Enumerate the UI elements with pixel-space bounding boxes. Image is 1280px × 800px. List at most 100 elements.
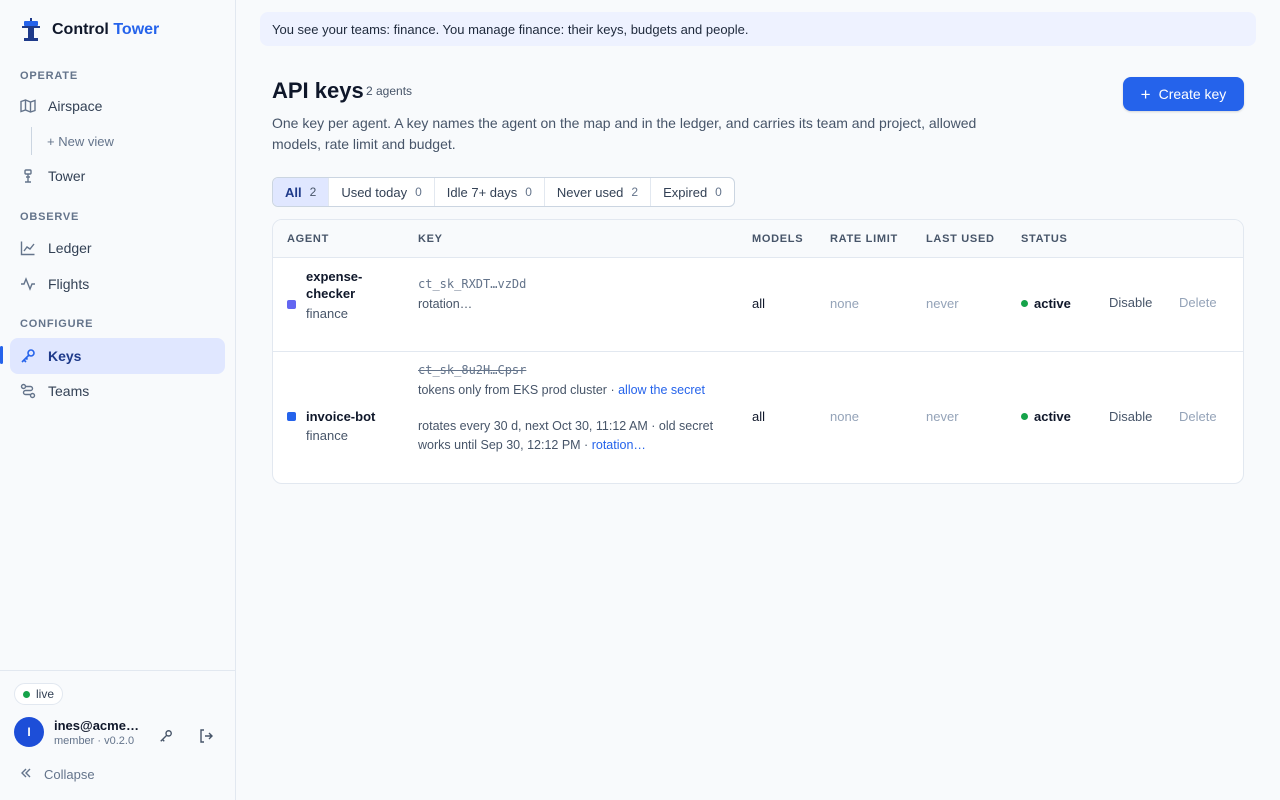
- column-header-status[interactable]: STATUS: [1021, 233, 1068, 245]
- sidebar-item-label: Ledger: [48, 240, 92, 256]
- table-header: AGENT KEY MODELS RATE LIMIT LAST USED ST…: [273, 220, 1243, 258]
- filter-tab-idle[interactable]: Idle 7+ days 0: [435, 178, 545, 206]
- sidebar-item-label: Airspace: [48, 98, 103, 114]
- user-meta: member · v0.2.0: [54, 734, 135, 747]
- section-observe: OBSERVE: [20, 211, 80, 223]
- keys-table: AGENT KEY MODELS RATE LIMIT LAST USED ST…: [272, 219, 1244, 484]
- rotation-note-line: rotates every 30 d, next Oct 30, 11:12 A…: [418, 419, 714, 433]
- control-tower-logo-icon: [20, 18, 42, 42]
- status-label: active: [1034, 296, 1071, 311]
- create-key-label: Create key: [1158, 86, 1227, 102]
- scope-banner: You see your teams: finance. You manage …: [260, 12, 1256, 46]
- sidebar-item-ledger[interactable]: Ledger: [10, 230, 225, 266]
- filter-tab-all[interactable]: All 2: [273, 178, 330, 206]
- sidebar-footer: live I ines@acme.com member · v0.2.0 Col…: [0, 670, 235, 800]
- logout-icon[interactable]: [198, 728, 214, 744]
- key-icon[interactable]: [158, 728, 174, 744]
- agent-name-line: expense-: [306, 269, 363, 284]
- sidebar-item-label: Teams: [48, 383, 90, 399]
- rotation-link[interactable]: rotation…: [592, 438, 646, 452]
- status-badge: active: [1021, 409, 1071, 424]
- brand[interactable]: Control Tower: [20, 18, 159, 42]
- models-value: all: [752, 409, 766, 424]
- rotation-note-line: works until Sep 30, 12:12 PM ·: [418, 438, 592, 452]
- filter-tabs: All 2 Used today 0 Idle 7+ days 0 Never …: [272, 177, 735, 207]
- filter-count: 2: [309, 185, 317, 199]
- sidebar-item-airspace[interactable]: Airspace: [10, 88, 225, 124]
- key-icon: [20, 348, 36, 364]
- new-view-link[interactable]: + New view: [31, 127, 114, 155]
- sidebar-item-teams[interactable]: Teams: [10, 373, 225, 409]
- live-label: live: [36, 687, 55, 701]
- last-used-value: never: [926, 409, 959, 424]
- filter-count: 2: [631, 185, 639, 199]
- table-row[interactable]: invoice-bot finance ct_sk_8u2H…Cpsr toke…: [273, 352, 1243, 483]
- rotation-link[interactable]: rotation…: [418, 295, 472, 314]
- models-value: all: [752, 296, 766, 311]
- filter-label: Never used: [556, 184, 624, 200]
- live-status-badge: live: [14, 683, 64, 705]
- column-header-models[interactable]: MODELS: [752, 233, 803, 245]
- map-icon: [20, 98, 36, 114]
- sidebar-item-tower[interactable]: Tower: [10, 158, 225, 194]
- create-key-button[interactable]: + Create key: [1123, 77, 1244, 111]
- collapse-button[interactable]: Collapse: [20, 767, 95, 782]
- filter-label: Used today: [341, 184, 408, 200]
- chart-line-icon: [20, 240, 36, 256]
- filter-label: Expired: [663, 184, 708, 200]
- sidebar: Control Tower OPERATE Airspace + New vie…: [0, 0, 236, 800]
- agent-team: finance: [306, 428, 348, 443]
- teams-icon: [20, 383, 36, 399]
- user-email: ines@acme.com: [54, 717, 142, 733]
- user-profile[interactable]: I ines@acme.com member · v0.2.0: [14, 717, 142, 747]
- key-prefix: ct_sk_RXDT…vzDd: [418, 277, 527, 291]
- agent-name-line: checker: [306, 286, 356, 301]
- column-header-rate-limit[interactable]: RATE LIMIT: [830, 233, 898, 245]
- page-description: One key per agent. A key names the agent…: [272, 115, 977, 152]
- agent-color-dot: [287, 412, 296, 421]
- status-badge: active: [1021, 296, 1071, 311]
- filter-count: 0: [525, 185, 532, 199]
- status-label: active: [1034, 409, 1071, 424]
- tower-icon: [20, 168, 36, 184]
- activity-icon: [20, 276, 36, 292]
- table-row[interactable]: expense- checker finance ct_sk_RXDT…vzDd…: [273, 258, 1243, 352]
- disable-button[interactable]: Disable: [1109, 295, 1152, 310]
- agent-color-dot: [287, 300, 296, 309]
- column-header-agent[interactable]: AGENT: [287, 233, 329, 245]
- filter-count: 0: [415, 185, 422, 199]
- agent-name[interactable]: expense- checker: [306, 268, 386, 302]
- agent-team: finance: [306, 306, 348, 321]
- filter-tab-used-today[interactable]: Used today 0: [329, 178, 435, 206]
- status-dot-icon: [1021, 300, 1028, 307]
- filter-tab-never-used[interactable]: Never used 2: [545, 178, 652, 206]
- allow-secret-link[interactable]: allow the secret: [618, 383, 705, 397]
- filter-count: 0: [715, 185, 722, 199]
- column-header-last-used[interactable]: LAST USED: [926, 233, 995, 245]
- last-used-value: never: [926, 296, 959, 311]
- delete-button[interactable]: Delete: [1179, 409, 1217, 424]
- filter-tab-expired[interactable]: Expired 0: [651, 178, 734, 206]
- column-header-key[interactable]: KEY: [418, 233, 443, 245]
- sidebar-item-label: Keys: [48, 348, 82, 364]
- delete-button[interactable]: Delete: [1179, 295, 1217, 310]
- filter-label: All: [285, 184, 302, 200]
- page-title: API keys: [272, 78, 364, 103]
- sidebar-item-keys[interactable]: Keys: [10, 338, 225, 374]
- avatar: I: [14, 717, 44, 747]
- key-prefix-revoked: ct_sk_8u2H…Cpsr: [418, 363, 527, 377]
- agent-name[interactable]: invoice-bot: [306, 408, 406, 425]
- sidebar-item-label: Flights: [48, 276, 90, 292]
- chevrons-left-icon: [20, 767, 32, 782]
- status-dot-icon: [1021, 413, 1028, 420]
- section-operate: OPERATE: [20, 70, 78, 82]
- active-indicator: [0, 346, 3, 364]
- rotation-note: rotates every 30 d, next Oct 30, 11:12 A…: [418, 417, 713, 455]
- collapse-label: Collapse: [44, 767, 95, 782]
- disable-button[interactable]: Disable: [1109, 409, 1152, 424]
- sidebar-item-flights[interactable]: Flights: [10, 266, 225, 302]
- filter-label: Idle 7+ days: [446, 184, 518, 200]
- rate-limit-value: none: [830, 296, 859, 311]
- agent-count: 2 agents: [366, 84, 413, 98]
- brand-name: Control Tower: [52, 21, 159, 39]
